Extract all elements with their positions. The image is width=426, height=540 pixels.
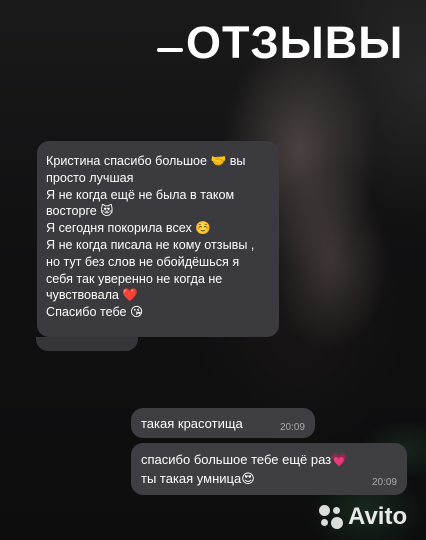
review-line: но тут без слов не обойдёшься я [46, 254, 240, 269]
message-text: ты такая умница😍 [141, 471, 255, 486]
review-card-tail [36, 337, 138, 351]
review-line: себя так уверенно не когда не [46, 271, 223, 286]
avito-logo-text: Avito [348, 503, 408, 530]
message-time: 20:09 [371, 477, 397, 488]
page-title: ОТЗЫВЫ [186, 17, 404, 68]
avito-dots-icon [318, 504, 344, 530]
title-dash [157, 48, 183, 52]
review-line: Спасибо тебе 😘 [46, 305, 144, 320]
review-line: Я сегодня покорила всех ☺️ [46, 221, 211, 236]
message-time: 20:09 [279, 422, 305, 433]
message-bubble: спасибо большое тебе ещё раз💗 ты такая у… [131, 443, 407, 495]
avito-watermark: Avito [318, 503, 418, 530]
review-text: Кристина спасибо большое 🤝 вы просто луч… [46, 153, 278, 321]
message-text: спасибо большое тебе ещё раз💗 [141, 452, 348, 467]
message-bubble: такая красотища 20:09 [131, 408, 315, 438]
review-line: Я не когда писала не кому отзывы , [46, 237, 255, 252]
review-line: Кристина спасибо большое 🤝 вы [46, 154, 246, 168]
review-line: чувствовала ❤️ [46, 288, 139, 303]
message-text: такая красотища [141, 416, 243, 431]
review-line: Я не когда ещё не была в таком [46, 187, 235, 202]
review-line: восторге 😻 [46, 204, 114, 219]
review-line: просто лучшая [46, 170, 134, 185]
